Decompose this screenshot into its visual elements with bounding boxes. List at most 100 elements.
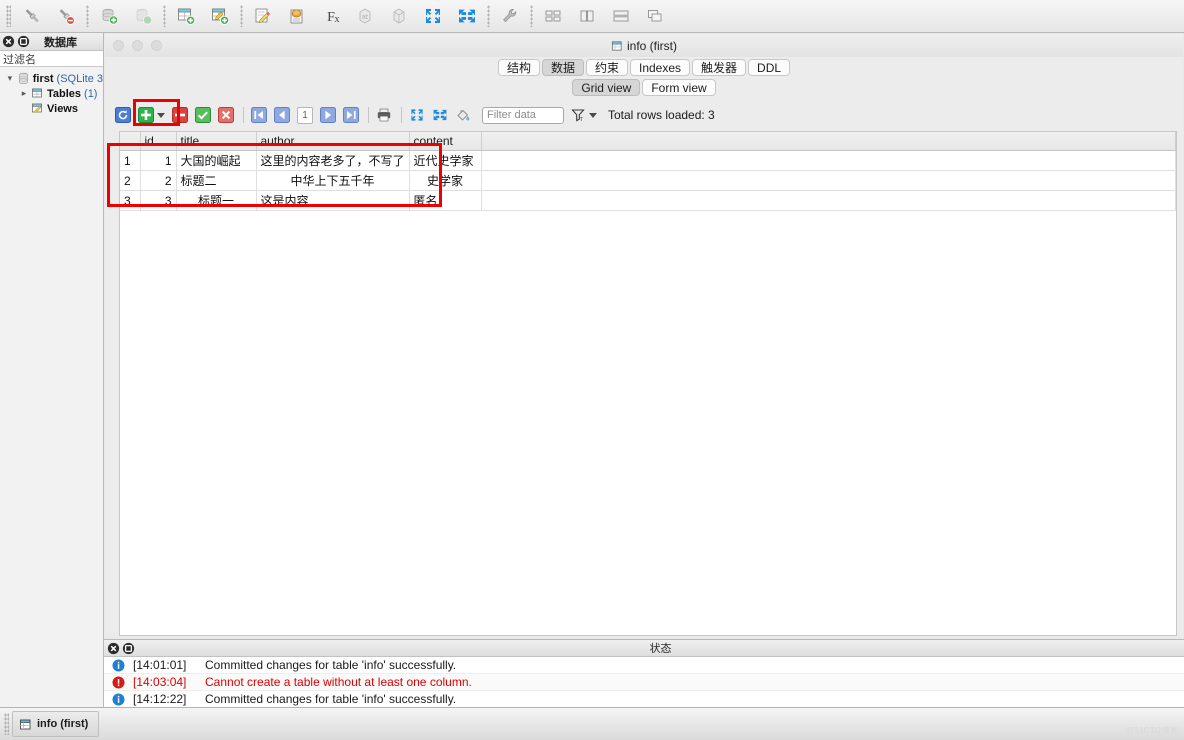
close-icon[interactable] (2, 35, 15, 48)
cell-author[interactable]: 这是内容 (256, 190, 410, 211)
cell-author[interactable]: 这里的内容老多了，不写了 (256, 150, 410, 171)
sidebar-filter-input[interactable]: 过滤名 (0, 51, 103, 67)
status-log-title: 状态 (649, 643, 672, 655)
filter-dropdown[interactable] (588, 107, 598, 123)
log-message: Cannot create a table without at least o… (205, 675, 472, 689)
toolbar-drag-handle[interactable] (6, 5, 11, 27)
toolbar-separator (401, 107, 402, 123)
tree-item-label: first (32, 72, 54, 85)
status-log-header: 状态 (104, 640, 1184, 657)
tools-icon[interactable] (493, 3, 527, 29)
cell-id[interactable]: 2 (140, 170, 177, 191)
tab-data[interactable]: 数据 (541, 59, 584, 76)
add-record-button[interactable] (138, 107, 154, 123)
page-number-input[interactable]: 1 (297, 106, 313, 124)
tile-vertical-icon[interactable] (570, 3, 604, 29)
next-page-button[interactable] (320, 107, 336, 123)
delete-record-button[interactable] (172, 107, 188, 123)
collapse-all-icon[interactable] (416, 3, 450, 29)
filter-data-placeholder: Filter data (487, 108, 536, 121)
close-icon[interactable] (107, 642, 120, 655)
table-row[interactable]: 2 2 标题二 中华上下五千年 史学家 (120, 170, 1176, 191)
collapse-rows-button[interactable] (409, 107, 425, 123)
connect-icon[interactable] (15, 3, 49, 29)
cell-content[interactable]: 史学家 (409, 170, 482, 191)
toolbar-separator (530, 5, 533, 27)
tile-icon[interactable] (536, 3, 570, 29)
cascade-icon[interactable] (638, 3, 672, 29)
table-icon (19, 718, 32, 731)
taskbar-item-info[interactable]: info (first) (12, 711, 100, 737)
tree-item-tables[interactable]: ▸ Tables (1) (0, 86, 103, 101)
tab-constraints[interactable]: 约束 (585, 59, 628, 76)
table-row[interactable]: 1 1 大国的崛起 这里的内容老多了，不写了 近代史学家 (120, 150, 1176, 171)
tab-indexes[interactable]: Indexes (629, 59, 691, 76)
database-icon (17, 72, 30, 85)
new-database-icon[interactable] (92, 3, 126, 29)
package-icon[interactable] (382, 3, 416, 29)
tab-form-view[interactable]: Form view (642, 79, 716, 96)
window-title-text: info (first) (626, 38, 677, 53)
cell-content[interactable]: 匿名 (409, 190, 482, 211)
filter-options-icon[interactable]: T (570, 107, 586, 123)
undock-icon[interactable] (122, 642, 135, 655)
row-number[interactable]: 2 (120, 170, 141, 191)
sort-icon[interactable]: az (348, 3, 382, 29)
refresh-button[interactable] (115, 107, 131, 123)
expand-rows-button[interactable] (432, 107, 448, 123)
new-trigger-icon[interactable]: F x (314, 3, 348, 29)
previous-page-button[interactable] (274, 107, 290, 123)
cell-id[interactable]: 3 (140, 190, 177, 211)
new-view-icon[interactable] (246, 3, 280, 29)
cell-title[interactable]: 大国的崛起 (176, 150, 257, 171)
column-header-content[interactable]: content (409, 132, 482, 151)
cell-title[interactable]: 标题二 (176, 170, 257, 191)
print-button[interactable] (376, 107, 392, 123)
tree-item-database[interactable]: ▾ first (SQLite 3 (0, 71, 103, 86)
toolbar-separator (163, 5, 166, 27)
corner-header[interactable] (120, 132, 141, 151)
row-number[interactable]: 3 (120, 190, 141, 211)
data-grid[interactable]: id title author content 1 1 大国的崛起 这里的内容老… (119, 131, 1177, 636)
cancel-changes-button[interactable] (218, 107, 234, 123)
fill-button[interactable] (455, 107, 471, 123)
chevron-down-icon[interactable]: ▾ (4, 73, 16, 84)
open-database-icon[interactable] (126, 3, 160, 29)
tab-triggers[interactable]: 触发器 (692, 59, 747, 76)
tab-ddl[interactable]: DDL (748, 59, 791, 76)
database-panel: 数据库 过滤名 ▾ first (SQLite 3 ▸ Tables (1) V… (0, 33, 104, 707)
column-header-id[interactable]: id (140, 132, 177, 151)
add-record-dropdown[interactable] (156, 107, 166, 123)
undock-icon[interactable] (17, 35, 30, 48)
tab-label: Indexes (638, 60, 682, 75)
chevron-right-icon[interactable]: ▸ (18, 88, 30, 99)
view-tabs: Grid view Form view (105, 79, 1183, 96)
tab-grid-view[interactable]: Grid view (572, 79, 641, 96)
window-titlebar[interactable]: info (first) (105, 34, 1183, 57)
taskbar-drag-handle[interactable] (4, 713, 9, 735)
table-row[interactable]: 3 3 标题一 这是内容 匿名 (120, 190, 1176, 211)
disconnect-icon[interactable] (49, 3, 83, 29)
log-time: [14:01:01] (133, 658, 187, 672)
tree-item-views[interactable]: Views (0, 101, 103, 116)
new-table-icon[interactable] (169, 3, 203, 29)
column-header-title[interactable]: title (176, 132, 257, 151)
expand-all-icon[interactable] (450, 3, 484, 29)
new-index-icon[interactable] (280, 3, 314, 29)
cell-title[interactable]: 标题一 (176, 190, 257, 211)
toolbar-separator (243, 107, 244, 123)
row-number[interactable]: 1 (120, 150, 141, 171)
cell-id[interactable]: 1 (140, 150, 177, 171)
last-page-button[interactable] (343, 107, 359, 123)
filter-data-input[interactable]: Filter data (482, 106, 564, 124)
first-page-button[interactable] (251, 107, 267, 123)
edit-table-icon[interactable] (203, 3, 237, 29)
tab-structure[interactable]: 结构 (497, 59, 540, 76)
tile-horizontal-icon[interactable] (604, 3, 638, 29)
grid-toolbar: 1 Filter data T Total rows loaded: 3 (105, 102, 1183, 128)
log-message: Committed changes for table 'info' succe… (205, 658, 457, 672)
apply-changes-button[interactable] (195, 107, 211, 123)
cell-author[interactable]: 中华上下五千年 (256, 170, 410, 191)
cell-content[interactable]: 近代史学家 (409, 150, 482, 171)
column-header-author[interactable]: author (256, 132, 410, 151)
